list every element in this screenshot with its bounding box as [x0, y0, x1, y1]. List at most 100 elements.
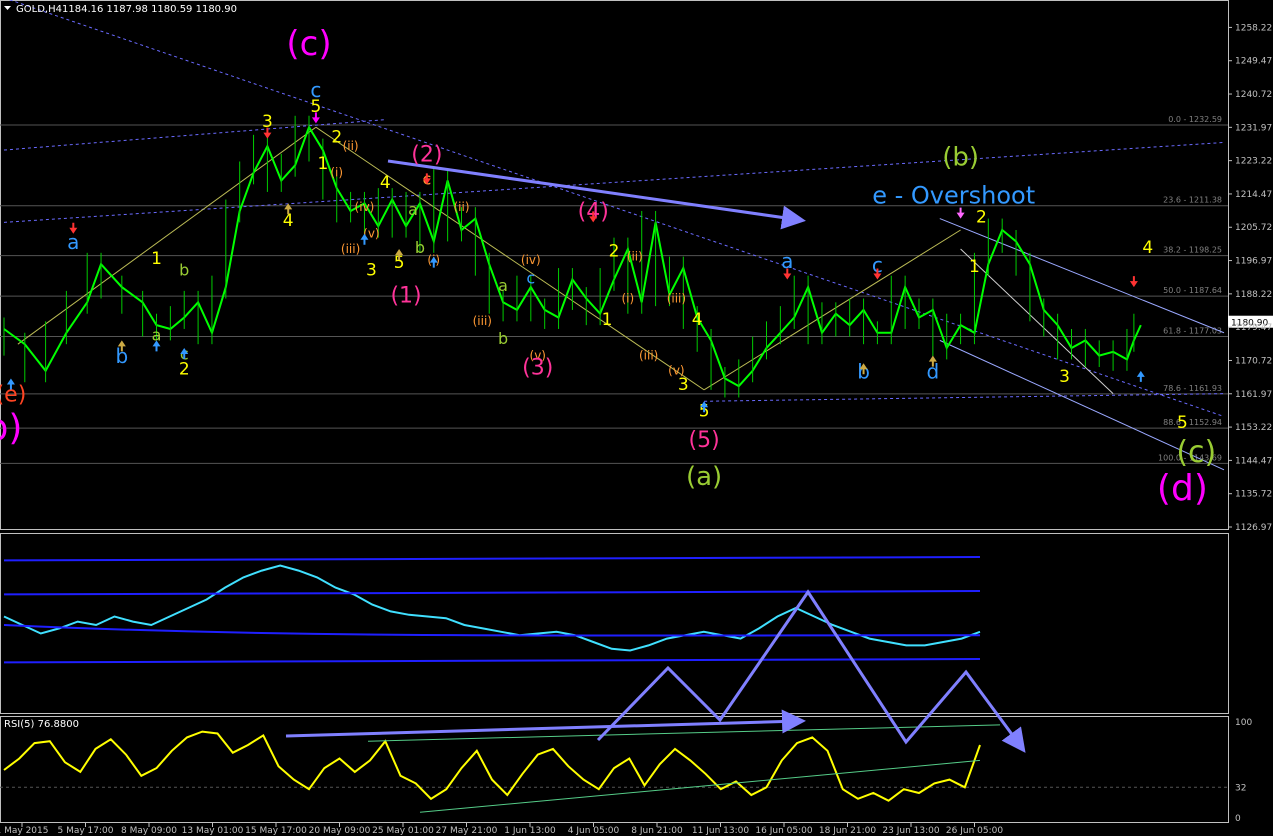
rsi-y-tick-label: 32 — [1235, 783, 1246, 793]
wave-label: (1) — [390, 283, 421, 308]
dotted-channel-line — [3, 141, 1225, 223]
wave-label: (2) — [411, 142, 442, 167]
rsi-pane-border — [0, 716, 1229, 823]
y-tick-label: 1231.97 — [1235, 123, 1272, 133]
axes: 1258.22 1249.47 1240.72 1231.97 1223.22 1214.… — [0, 23, 1272, 836]
y-tick-label: 1144.47 — [1235, 456, 1272, 466]
x-tick-label: 11 Jun 13:00 — [692, 826, 749, 836]
band-line — [3, 590, 981, 596]
wave-label: (i) — [330, 166, 343, 180]
y-tick-label: 1170.72 — [1235, 356, 1272, 366]
wave-label: (iii) — [473, 314, 492, 328]
chart-symbol-label: GOLD,H4 — [16, 4, 62, 15]
wave-label: 4 — [380, 173, 391, 193]
chart-ohlc-label: 1184.16 1187.98 1180.59 1180.90 — [62, 4, 237, 15]
wave-label: (ii) — [453, 200, 469, 214]
wave-label: 3 — [1059, 367, 1070, 387]
dropdown-arrow-icon[interactable] — [4, 6, 11, 10]
wave-label: (ii) — [627, 249, 643, 263]
x-tick-label: 8 May 09:00 — [121, 826, 177, 836]
rsi-title-label: RSI(5) 76.8800 — [4, 719, 79, 730]
wave-label: (iv) — [521, 253, 541, 267]
rsi-line — [3, 730, 981, 802]
wave-label: (iii) — [667, 291, 686, 305]
x-tick-label: 5 May 17:00 — [58, 826, 114, 836]
wave-label: 2 — [976, 207, 987, 227]
wave-label: (iii) — [341, 242, 360, 256]
wave-label: 5 — [1177, 413, 1188, 433]
wave-label: b) — [0, 407, 22, 448]
y-tick-label: 1161.97 — [1235, 390, 1272, 400]
y-tick-label: 1205.72 — [1235, 223, 1272, 233]
y-tick-label: 1249.47 — [1235, 57, 1272, 67]
y-tick-label: 1214.47 — [1235, 190, 1272, 200]
wave-label: b — [498, 329, 508, 348]
y-tick-label: 1126.97 — [1235, 523, 1272, 533]
wave-label: 4 — [1142, 238, 1153, 258]
fib-level-label: 50.0 - 1187.64 — [1163, 286, 1222, 295]
x-tick-label: 18 Jun 21:00 — [819, 826, 876, 836]
wave-label: 3 — [366, 261, 377, 281]
rsi-divergence-arrow — [285, 709, 806, 738]
wave-label: c — [526, 268, 535, 287]
wave-label: (c) — [286, 24, 331, 64]
rsi-y-tick-label: 100 — [1235, 718, 1252, 728]
wave-label: 4 — [692, 310, 703, 330]
gold-h4-chart[interactable]: 0.0 - 1232.59 23.6 - 1211.38 38.2 - 1198.2… — [0, 0, 1273, 836]
x-tick-label: 8 Jun 21:00 — [631, 826, 683, 836]
fib-level-label: 88.6 - 1152.94 — [1163, 418, 1222, 427]
x-tick-label: 23 Jun 13:00 — [882, 826, 939, 836]
wave-label: 2 — [609, 242, 620, 262]
x-tick-label: 13 May 01:00 — [182, 826, 244, 836]
y-tick-label: 1179.47 — [1235, 323, 1272, 333]
indicator-series — [3, 556, 981, 664]
wave-label: 1 — [151, 249, 162, 269]
wave-label: (a) — [686, 462, 722, 492]
x-tick-label: 27 May 21:00 — [436, 826, 498, 836]
wave-label: (c) — [1176, 435, 1216, 470]
wave-label: (iv) — [355, 200, 375, 214]
wave-label: 1 — [969, 257, 980, 277]
x-tick-label: 26 Jun 05:00 — [946, 826, 1003, 836]
x-tick-label: 16 Jun 05:00 — [755, 826, 812, 836]
band-line — [3, 658, 981, 664]
trend-lines-group — [3, 0, 1225, 471]
wave-label: (ii) — [343, 139, 359, 153]
wave-labels: (c)c532(ii)1(i)4(2)c4(iv)a(ii)(v)(iii)b5… — [0, 24, 1216, 509]
x-tick-label: 25 May 01:00 — [372, 826, 434, 836]
channel-lower-line — [960, 248, 1114, 395]
y-tick-label: 1153.22 — [1235, 423, 1272, 433]
fib-level-label: 61.8 - 1177.03 — [1163, 326, 1222, 335]
band-line — [3, 556, 981, 562]
wave-label: (3) — [522, 356, 553, 381]
wave-label: 1 — [317, 154, 328, 174]
fib-level-label: 78.6 - 1161.93 — [1163, 384, 1222, 393]
y-tick-label: 1188.22 — [1235, 290, 1272, 300]
up-arrow-marker — [1136, 370, 1145, 382]
wave-label: (d) — [1157, 468, 1208, 509]
x-tick-label: 15 May 17:00 — [245, 826, 307, 836]
y-tick-label: 1258.22 — [1235, 23, 1272, 33]
wave-label: b — [415, 238, 425, 257]
x-tick-label: 4 Jun 05:00 — [568, 826, 620, 836]
down-arrow-marker — [1129, 276, 1138, 288]
wave-label: (i) — [622, 291, 635, 305]
wave-label: 2 — [179, 360, 190, 380]
wave-label: 3 — [678, 375, 689, 395]
wave-label: b — [179, 261, 189, 280]
y-tick-label: 1223.22 — [1235, 157, 1272, 167]
wave-label: a — [408, 200, 418, 219]
indicator-line — [3, 564, 981, 652]
y-tick-label: 1135.72 — [1235, 490, 1272, 500]
wedge-upper-line — [939, 218, 1225, 334]
wave-label: e - Overshoot — [872, 181, 1035, 209]
x-tick-label: 1 May 2015 — [0, 826, 48, 836]
lower-dotted-line — [704, 393, 1225, 402]
wave-label: (b) — [942, 142, 979, 172]
y-tick-label: 1240.72 — [1235, 90, 1272, 100]
wave-label: 2 — [331, 127, 342, 147]
wave-label: (e) — [0, 382, 26, 407]
rsi-y-tick-label: 0 — [1235, 814, 1241, 824]
fib-level-label: 38.2 - 1198.25 — [1163, 246, 1222, 255]
fib-level-label: 23.6 - 1211.38 — [1163, 196, 1222, 205]
